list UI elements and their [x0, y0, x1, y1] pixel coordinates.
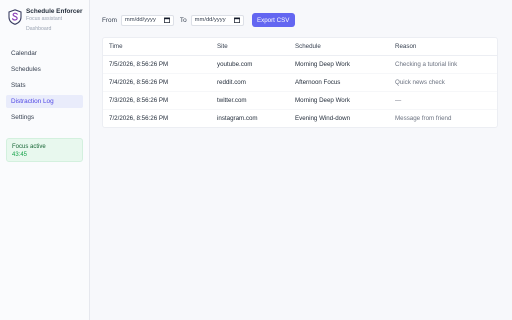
column-header-time: Time: [103, 38, 211, 56]
table-row: 7/5/2026, 8:56:26 PM youtube.com Morning…: [103, 55, 497, 73]
cell-reason: Quick news check: [389, 72, 497, 91]
app-name: Schedule Enforcer: [26, 8, 83, 15]
to-date-input[interactable]: mm/dd/yyyy: [190, 14, 244, 26]
main-content: From mm/dd/yyyy To mm/dd/yyyy Export CSV: [90, 0, 512, 320]
to-label: To: [179, 16, 187, 24]
cell-schedule: Morning Deep Work: [289, 90, 389, 109]
sidebar: Schedule Enforcer Focus assistant Dashbo…: [0, 0, 90, 320]
column-header-reason: Reason: [389, 38, 497, 56]
column-header-schedule: Schedule: [289, 38, 389, 56]
sidebar-item-schedules[interactable]: Schedules: [6, 63, 83, 76]
table-row: 7/2/2026, 8:56:26 PM instagram.com Eveni…: [103, 108, 497, 127]
from-label: From: [102, 16, 117, 24]
app-window: Schedule Enforcer Focus assistant Dashbo…: [0, 0, 512, 320]
focus-status-label: Focus active: [12, 144, 46, 150]
focus-status-card: Focus active 43:45: [6, 138, 83, 162]
cell-reason: Checking a tutorial link: [395, 60, 458, 68]
cell-site: youtube.com: [217, 60, 253, 68]
cell-schedule: Afternoon Focus: [289, 72, 389, 91]
table-header-row: Time Site Schedule Reason: [103, 38, 497, 56]
cell-reason: —: [389, 90, 497, 109]
brand: Schedule Enforcer Focus assistant Dashbo…: [6, 8, 83, 33]
to-date-value: mm/dd/yyyy: [194, 17, 226, 23]
distraction-log-table-card: Time Site Schedule Reason 7/5/2026, 8:56…: [102, 37, 498, 128]
calendar-icon[interactable]: [163, 17, 170, 23]
cell-site: reddit.com: [211, 72, 289, 91]
app-subtitle: Focus assistant: [26, 16, 63, 22]
from-date-input[interactable]: mm/dd/yyyy: [120, 14, 174, 26]
cell-time: 7/5/2026, 8:56:26 PM: [109, 60, 169, 68]
cell-site: instagram.com: [211, 108, 289, 127]
calendar-icon[interactable]: [233, 17, 240, 23]
cell-site: twitter.com: [211, 90, 289, 109]
current-section-label: Dashboard: [26, 26, 52, 32]
distraction-log-table: Time Site Schedule Reason 7/5/2026, 8:56…: [103, 38, 497, 127]
table-row: 7/4/2026, 8:56:26 PM reddit.com Afternoo…: [103, 72, 497, 91]
table-row: 7/3/2026, 8:56:26 PM twitter.com Morning…: [103, 90, 497, 109]
cell-schedule: Evening Wind-down: [289, 108, 389, 127]
export-csv-button[interactable]: Export CSV: [251, 13, 295, 27]
focus-timer: 43:45: [12, 152, 28, 158]
cell-reason: Message from friend: [389, 108, 497, 127]
cell-time: 7/2/2026, 8:56:26 PM: [103, 108, 211, 127]
sidebar-item-calendar[interactable]: Calendar: [6, 47, 83, 60]
sidebar-item-settings[interactable]: Settings: [6, 111, 83, 124]
filter-toolbar: From mm/dd/yyyy To mm/dd/yyyy Export CSV: [102, 13, 499, 27]
column-header-site: Site: [211, 38, 289, 56]
shield-s-logo-icon: [8, 9, 22, 25]
from-date-value: mm/dd/yyyy: [124, 17, 156, 23]
cell-time: 7/3/2026, 8:56:26 PM: [103, 90, 211, 109]
cell-schedule: Morning Deep Work: [295, 60, 350, 68]
sidebar-item-distraction-log[interactable]: Distraction Log: [6, 95, 83, 108]
sidebar-nav: Calendar Schedules Stats Distraction Log…: [6, 47, 83, 124]
sidebar-item-stats[interactable]: Stats: [6, 79, 83, 92]
cell-time: 7/4/2026, 8:56:26 PM: [103, 72, 211, 91]
